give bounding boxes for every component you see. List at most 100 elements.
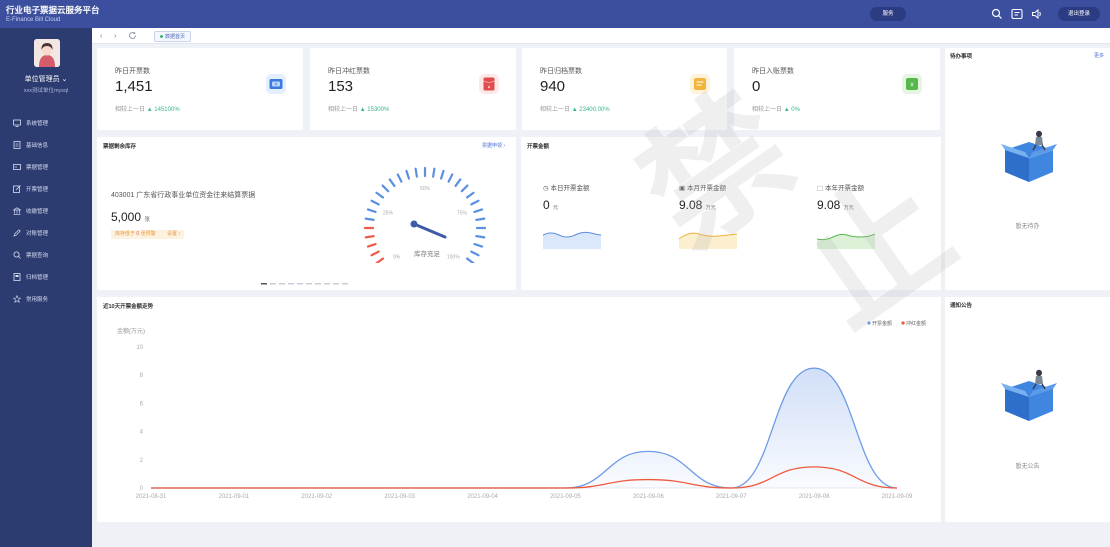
gauge-tick bbox=[432, 167, 436, 178]
user-name[interactable]: 单位管理员 ⌄ bbox=[0, 74, 92, 84]
gauge-tick bbox=[454, 178, 462, 188]
stat-value: 0 bbox=[752, 78, 761, 95]
gauge-tick bbox=[370, 199, 380, 206]
stat-compare: 相较上一日 ▲ 145100% bbox=[115, 104, 180, 113]
gauge-tick bbox=[475, 235, 486, 239]
archive-icon bbox=[13, 273, 21, 281]
todo-title: 待办事项 bbox=[950, 54, 973, 60]
search-icon[interactable] bbox=[991, 8, 1003, 20]
logout-button[interactable]: 退出登录 bbox=[1058, 7, 1100, 21]
sidebar-item-bill-query[interactable]: 票据查询 bbox=[0, 244, 92, 266]
x-tick-label: 2021-09-08 bbox=[799, 494, 830, 500]
sidebar-item-system[interactable]: 系统管理 bbox=[0, 112, 92, 134]
sidebar-item-label: 对账管理 bbox=[26, 231, 49, 237]
gauge-tick bbox=[366, 242, 377, 248]
sidebar-menu: 系统管理 基础信息 票据管理 开票管理 收缴管理 对账管理 票据查询 归档管理 bbox=[0, 112, 92, 310]
gauge-tick bbox=[366, 208, 377, 214]
warn-prefix: 库存低于 bbox=[115, 231, 136, 237]
legend-marker bbox=[867, 321, 871, 325]
sidebar-item-bill-manage[interactable]: 票据管理 bbox=[0, 156, 92, 178]
document-icon bbox=[13, 141, 21, 149]
sidebar-item-reconciliation[interactable]: 对账管理 bbox=[0, 222, 92, 244]
monitor-icon bbox=[13, 119, 21, 127]
gauge-tick bbox=[364, 235, 375, 239]
avatar[interactable] bbox=[34, 39, 60, 67]
bill-name: 403001 广东省行政事业单位资金往来结算票据 bbox=[111, 192, 256, 199]
service-button[interactable]: 服务 bbox=[870, 7, 906, 21]
amount-unit: 万元 bbox=[843, 205, 854, 211]
sidebar-item-label: 票据查询 bbox=[26, 253, 49, 259]
series-area-0 bbox=[151, 368, 897, 488]
message-icon[interactable] bbox=[1011, 8, 1023, 20]
pen-icon bbox=[13, 229, 21, 237]
active-dot bbox=[160, 35, 163, 39]
sidebar-item-label: 系统管理 bbox=[26, 121, 49, 127]
stat-card-booked: 昨日入账票数 0 相较上一日 ▲ 0% ¥ bbox=[734, 48, 940, 130]
amount-label: 本年开票金额 bbox=[824, 185, 864, 192]
gauge-tick bbox=[460, 184, 469, 193]
brand-title: 行业电子票据云服务平台 bbox=[6, 5, 100, 15]
search-icon bbox=[13, 251, 21, 259]
amount-label: 本月开票金额 bbox=[686, 185, 726, 192]
sidebar-item-label: 常用服务 bbox=[26, 297, 49, 303]
gauge-tick bbox=[470, 250, 480, 257]
stat-card-archived: 昨日归档票数 940 相较上一日 ▲ 23400.00% bbox=[522, 48, 727, 130]
brand: 行业电子票据云服务平台 E-Finance Bill Cloud bbox=[6, 4, 100, 23]
back-arrow-icon[interactable]: ‹ bbox=[100, 31, 103, 40]
warn-setting-link[interactable]: 设置 › bbox=[167, 231, 180, 237]
red-packet-icon: ¥ bbox=[479, 74, 499, 94]
forward-arrow-icon[interactable]: › bbox=[114, 31, 117, 40]
tab-bar: ‹ › 数据首页 bbox=[92, 28, 1110, 44]
x-tick-label: 2021-09-01 bbox=[219, 494, 250, 500]
amount-value: 0 bbox=[543, 198, 550, 212]
edit-icon bbox=[13, 185, 21, 193]
tab-home[interactable]: 数据首页 bbox=[154, 31, 192, 42]
gauge-pivot bbox=[410, 220, 418, 228]
gauge-tick-label: 50% bbox=[420, 186, 431, 192]
stat-compare: 相较上一日 ▲ 23400.00% bbox=[540, 104, 610, 113]
empty-box-illustration bbox=[1001, 130, 1057, 182]
stat-label: 昨日开票数 bbox=[115, 68, 150, 75]
x-tick-label: 2021-09-05 bbox=[550, 494, 581, 500]
amount-label: 本日开票金额 bbox=[550, 185, 590, 192]
sidebar-item-basic-info[interactable]: 基础信息 bbox=[0, 134, 92, 156]
gauge-tick bbox=[375, 191, 385, 199]
amount-value: 9.08 bbox=[679, 198, 703, 212]
amount-month: ▣ 本月开票金额 9.08 万元 bbox=[679, 182, 726, 212]
gauge-tick bbox=[465, 257, 475, 263]
sidebar-item-label: 开票管理 bbox=[26, 187, 49, 193]
gauge-tick bbox=[473, 242, 484, 248]
stat-value: 153 bbox=[328, 78, 354, 95]
gauge-tick bbox=[465, 191, 475, 199]
sidebar-item-invoicing[interactable]: 开票管理 bbox=[0, 178, 92, 200]
tab-home-label: 数据首页 bbox=[165, 34, 186, 40]
todo-more-link[interactable]: 更多 bbox=[1094, 52, 1104, 59]
x-tick-label: 2021-08-31 bbox=[136, 494, 167, 500]
notice-empty-text: 暂无公告 bbox=[1015, 464, 1040, 470]
gauge-tick-label: 25% bbox=[383, 211, 394, 217]
y-axis-label: 金额(万元) bbox=[117, 327, 145, 335]
x-tick-label: 2021-09-03 bbox=[384, 494, 415, 500]
gauge-tick bbox=[473, 208, 484, 214]
stat-compare-prefix: 相较上一日 bbox=[328, 107, 359, 113]
gauge-tick bbox=[475, 217, 486, 221]
sidebar-item-label: 票据管理 bbox=[26, 165, 49, 171]
bill-count-unit: 张 bbox=[144, 217, 150, 223]
gauge-tick bbox=[405, 169, 411, 180]
calendar-icon: ▣ bbox=[679, 185, 686, 192]
bank-icon bbox=[13, 207, 21, 215]
sidebar-item-archive[interactable]: 归档管理 bbox=[0, 266, 92, 288]
notice-title: 通知公告 bbox=[950, 303, 973, 309]
volume-icon[interactable] bbox=[1031, 8, 1043, 20]
warn-suffix: 张预警 bbox=[140, 231, 156, 237]
amount-value: 9.08 bbox=[817, 198, 841, 212]
ledger-icon: ¥ bbox=[902, 74, 922, 94]
sidebar-item-collection[interactable]: 收缴管理 bbox=[0, 200, 92, 222]
sidebar-item-favorites[interactable]: 常用服务 bbox=[0, 288, 92, 310]
refresh-icon[interactable] bbox=[128, 31, 137, 40]
stat-card-red-flush: 昨日冲红票数 153 相较上一日 ▲ 15300% ¥ bbox=[310, 48, 516, 130]
apply-bill-link[interactable]: 票据申领 › bbox=[482, 142, 505, 149]
legend-marker bbox=[901, 321, 905, 325]
bill-count: 5,000 张 bbox=[111, 210, 150, 224]
carousel-dots[interactable] bbox=[261, 281, 353, 288]
